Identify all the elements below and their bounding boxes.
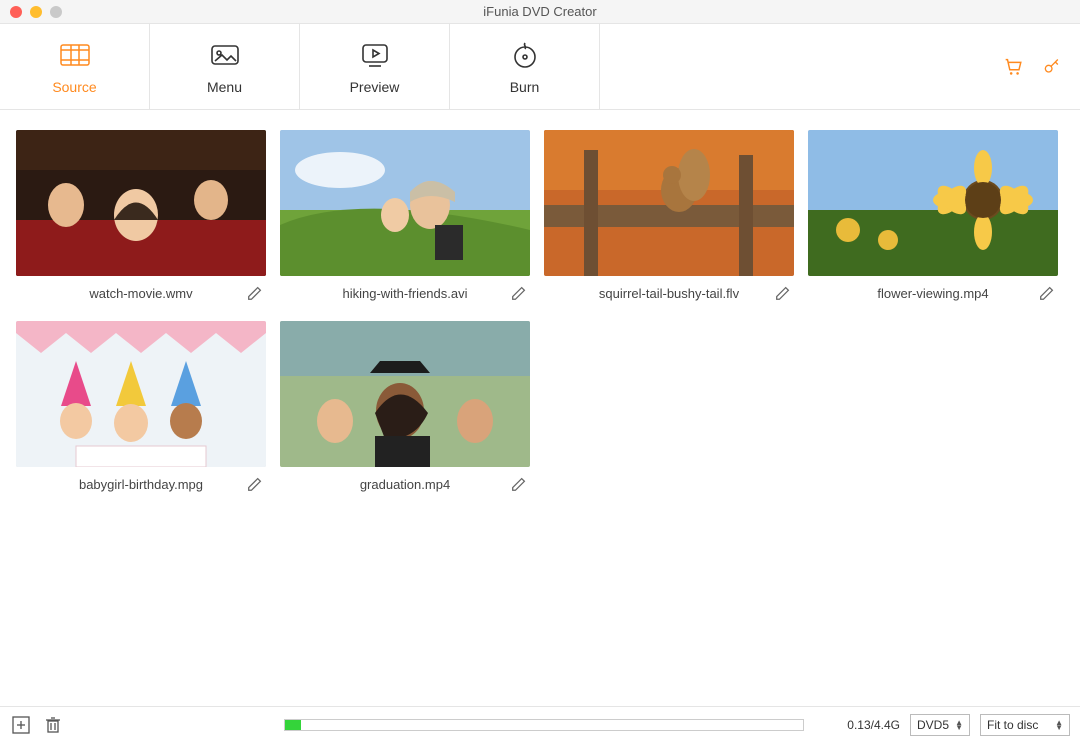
video-thumbnail — [16, 130, 266, 276]
bottom-toolbar: 0.13/4.4G DVD5 ▲▼ Fit to disc ▲▼ — [0, 706, 1080, 742]
video-thumbnail — [16, 321, 266, 467]
add-button[interactable] — [10, 714, 32, 736]
video-thumbnail — [808, 130, 1058, 276]
video-item[interactable]: squirrel-tail-bushy-tail.flv — [544, 130, 794, 307]
source-grid-area: watch-movie.wmv — [0, 110, 1080, 706]
tab-menu[interactable]: Menu — [150, 24, 300, 109]
tab-preview[interactable]: Preview — [300, 24, 450, 109]
pencil-icon[interactable] — [246, 475, 264, 493]
tab-source-label: Source — [52, 79, 96, 95]
filmstrip-icon — [59, 39, 91, 71]
window-title: iFunia DVD Creator — [0, 4, 1080, 19]
video-item[interactable]: flower-viewing.mp4 — [808, 130, 1058, 307]
titlebar: iFunia DVD Creator — [0, 0, 1080, 24]
video-grid: watch-movie.wmv — [16, 130, 1064, 498]
video-thumbnail — [280, 130, 530, 276]
stepper-icon: ▲▼ — [955, 720, 963, 730]
pencil-icon[interactable] — [774, 284, 792, 302]
preview-play-icon — [359, 39, 391, 71]
tab-burn[interactable]: Burn — [450, 24, 600, 109]
zoom-window-button[interactable] — [50, 6, 62, 18]
video-thumbnail — [280, 321, 530, 467]
top-nav: Source Menu Preview — [0, 24, 1080, 110]
video-item[interactable]: watch-movie.wmv — [16, 130, 266, 307]
fit-mode-value: Fit to disc — [987, 718, 1038, 732]
burn-disc-icon — [509, 39, 541, 71]
video-item[interactable]: hiking-with-friends.avi — [280, 130, 530, 307]
fit-mode-select[interactable]: Fit to disc ▲▼ — [980, 714, 1070, 736]
window-controls — [0, 6, 62, 18]
pencil-icon[interactable] — [510, 284, 528, 302]
video-item[interactable]: babygirl-birthday.mpg — [16, 321, 266, 498]
trash-button[interactable] — [42, 714, 64, 736]
video-filename: squirrel-tail-bushy-tail.flv — [599, 286, 739, 301]
video-filename: hiking-with-friends.avi — [343, 286, 468, 301]
video-filename: graduation.mp4 — [360, 477, 450, 492]
key-icon[interactable] — [1042, 57, 1062, 77]
minimize-window-button[interactable] — [30, 6, 42, 18]
tab-source[interactable]: Source — [0, 24, 150, 109]
video-filename: flower-viewing.mp4 — [877, 286, 988, 301]
tab-burn-label: Burn — [510, 79, 540, 95]
pencil-icon[interactable] — [510, 475, 528, 493]
disc-type-value: DVD5 — [917, 718, 949, 732]
disc-usage-text: 0.13/4.4G — [847, 718, 900, 732]
close-window-button[interactable] — [10, 6, 22, 18]
video-thumbnail — [544, 130, 794, 276]
cart-icon[interactable] — [1002, 56, 1024, 78]
video-filename: watch-movie.wmv — [89, 286, 192, 301]
pencil-icon[interactable] — [1038, 284, 1056, 302]
tab-menu-label: Menu — [207, 79, 242, 95]
disc-usage-fill — [285, 720, 301, 730]
disc-type-select[interactable]: DVD5 ▲▼ — [910, 714, 970, 736]
disc-usage-bar — [284, 719, 804, 731]
pencil-icon[interactable] — [246, 284, 264, 302]
video-filename: babygirl-birthday.mpg — [79, 477, 203, 492]
video-item[interactable]: graduation.mp4 — [280, 321, 530, 498]
tab-preview-label: Preview — [350, 79, 400, 95]
stepper-icon: ▲▼ — [1055, 720, 1063, 730]
menu-template-icon — [209, 39, 241, 71]
